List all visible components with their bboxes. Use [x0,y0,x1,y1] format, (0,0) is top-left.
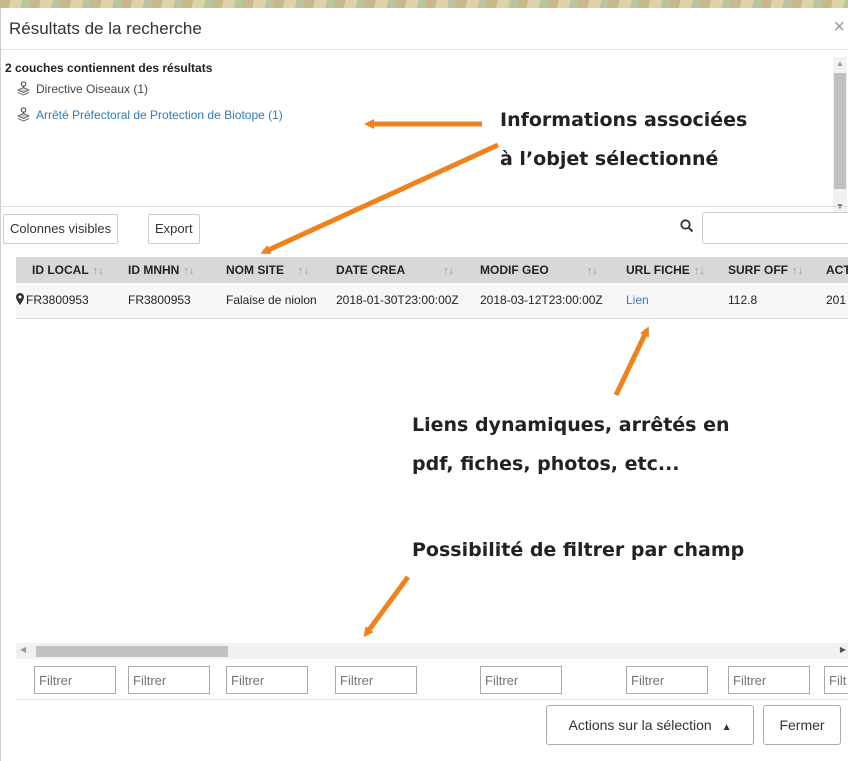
scroll-right-icon[interactable]: ▶ [840,645,846,654]
cell-nom-site: Falaise de niolon [226,293,317,307]
sort-icon[interactable]: ↑↓ [792,265,803,277]
cell-id-local: FR3800953 [26,293,89,307]
close-icon[interactable]: × [833,17,845,37]
annotation-info-line1: Informations associées [500,109,748,131]
column-header-surf-off[interactable]: SURF OFF ↑↓ [728,263,803,277]
filter-input-surf-off[interactable] [728,666,810,694]
sort-icon[interactable]: ↑↓ [443,265,454,277]
column-header-date-crea[interactable]: DATE CREA ↑↓ [336,263,454,277]
column-header-nom-site[interactable]: NOM SITE ↑↓ [226,263,309,277]
filter-input-date-crea[interactable] [335,666,417,694]
sort-icon[interactable]: ↑↓ [587,265,598,277]
layers-heading: 2 couches contiennent des résultats [5,61,213,75]
dialog-title-bar: Résultats de la recherche × [1,8,848,50]
table-toolbar: Colonnes visibles Export [0,206,848,248]
layers-vertical-scrollbar[interactable]: ▲ ▼ [833,57,847,213]
annotation-links-line2: pdf, fiches, photos, etc... [412,453,680,475]
map-marker-icon[interactable] [16,293,24,308]
column-header-url-fiche[interactable]: URL FICHE ↑↓ [626,263,705,277]
cell-modif-geo: 2018-03-12T23:00:00Z [480,293,603,307]
close-button[interactable]: Fermer [763,705,841,745]
annotation-filter-note: Possibilité de filtrer par champ [412,539,745,561]
visible-columns-button[interactable]: Colonnes visibles [3,214,119,244]
cell-id-mnhn: FR3800953 [128,293,191,307]
sort-icon[interactable]: ↑↓ [298,265,309,277]
search-input[interactable] [702,212,848,244]
filter-input-nom-site[interactable] [226,666,308,694]
search-icon [680,219,694,238]
selection-actions-label: Actions sur la sélection [568,717,712,733]
filter-input-act[interactable] [824,666,848,694]
url-fiche-link[interactable]: Lien [626,293,649,307]
caret-up-icon: ▲ [721,722,732,733]
layer-item-label: Directive Oiseaux (1) [36,81,149,96]
scroll-left-icon[interactable]: ◀ [20,645,26,654]
dialog-title: Résultats de la recherche [9,19,202,38]
filter-input-id-mnhn[interactable] [128,666,210,694]
column-header-id-mnhn[interactable]: ID MNHN ↑↓ [128,263,194,277]
table-horizontal-scrollbar[interactable]: ◀ ▶ [16,643,848,659]
scrollbar-thumb[interactable] [36,646,228,657]
layer-item-arrete-prefectoral[interactable]: Arrêté Préfectoral de Protection de Biot… [17,107,283,122]
layers-stack-icon [17,107,30,122]
filter-input-url-fiche[interactable] [626,666,708,694]
annotation-links-line1: Liens dynamiques, arrêtés en [412,414,730,436]
filter-input-modif-geo[interactable] [480,666,562,694]
export-button[interactable]: Export [148,214,200,244]
column-header-modif-geo[interactable]: MODIF GEO ↑↓ [480,263,598,277]
layer-item-directive-oiseaux[interactable]: Directive Oiseaux (1) [17,81,148,96]
column-header-id-local[interactable]: ID LOCAL ↑↓ [32,263,104,277]
annotation-info-line2: à l’objet sélectionné [500,148,719,170]
table-header: ID LOCAL ↑↓ ID MNHN ↑↓ NOM SITE ↑↓ DATE CRE… [16,257,848,283]
selection-actions-button[interactable]: Actions sur la sélection ▲ [546,705,754,745]
cell-surf-off: 112.8 [728,293,758,307]
scrollbar-thumb[interactable] [834,73,846,189]
column-header-act[interactable]: ACT [826,263,848,277]
sort-icon[interactable]: ↑↓ [93,265,104,277]
sort-icon[interactable]: ↑↓ [694,265,705,277]
scroll-up-icon[interactable]: ▲ [836,59,844,68]
layers-stack-icon [17,81,30,96]
layer-item-label: Arrêté Préfectoral de Protection de Biot… [36,107,283,122]
cell-act: 201 [826,293,847,307]
table-row[interactable]: FR3800953 FR3800953 Falaise de niolon 20… [16,283,848,319]
filter-input-id-local[interactable] [34,666,116,694]
sort-icon[interactable]: ↑↓ [183,265,194,277]
cell-date-crea: 2018-01-30T23:00:00Z [336,293,459,307]
filter-row [16,660,848,700]
